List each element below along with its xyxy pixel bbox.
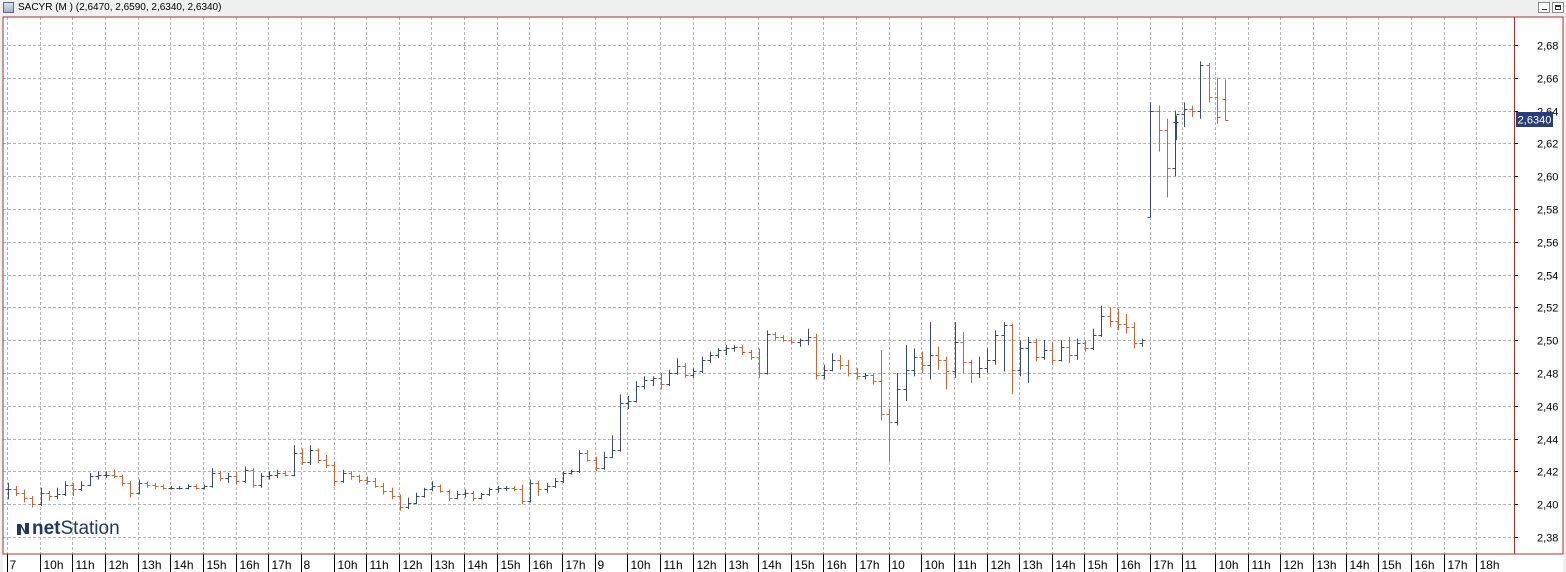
watermark-brand-light: Station bbox=[60, 518, 120, 539]
time-tick-label: 11 bbox=[1185, 558, 1198, 572]
time-tick-label: 14h bbox=[1056, 558, 1076, 572]
time-tick-label: 17h bbox=[1154, 558, 1174, 572]
time-tick-label: 8 bbox=[304, 558, 311, 572]
time-tick-label: 11h bbox=[1252, 558, 1271, 572]
time-tick-label: 16h bbox=[1121, 558, 1141, 572]
time-tick-label: 16h bbox=[827, 558, 847, 572]
price-tick-label: 2,62 bbox=[1537, 139, 1558, 151]
time-tick-label: 17h bbox=[272, 558, 292, 572]
time-tick-label: 12h bbox=[109, 558, 129, 572]
time-tick-label: 9 bbox=[598, 558, 605, 572]
time-tick-label: 15h bbox=[501, 558, 521, 572]
time-tick-label: 10h bbox=[338, 558, 358, 572]
time-tick-label: 10h bbox=[1219, 558, 1239, 572]
time-tick-label: 12h bbox=[991, 558, 1011, 572]
time-tick-label: 12h bbox=[403, 558, 423, 572]
time-tick-label: 13h bbox=[435, 558, 455, 572]
time-tick-label: 13h bbox=[1023, 558, 1043, 572]
time-tick-label: 16h bbox=[533, 558, 553, 572]
time-tick-label: 12h bbox=[1284, 558, 1304, 572]
watermark-brand-bold: net bbox=[32, 518, 61, 539]
price-tick-label: 2,40 bbox=[1537, 500, 1558, 512]
time-tick-label: 17h bbox=[860, 558, 880, 572]
time-tick-label: 13h bbox=[1317, 558, 1337, 572]
time-tick-label: 13h bbox=[729, 558, 749, 572]
netstation-watermark: netStation bbox=[15, 518, 120, 540]
time-tick-label: 15h bbox=[1088, 558, 1108, 572]
time-tick-label: 10h bbox=[925, 558, 945, 572]
price-tick-label: 2,60 bbox=[1537, 172, 1558, 184]
time-tick-label: 11h bbox=[370, 558, 389, 572]
netstation-logo-icon bbox=[17, 522, 29, 535]
price-tick-label: 2,54 bbox=[1537, 271, 1558, 283]
price-tick-label: 2,44 bbox=[1537, 435, 1558, 447]
price-chart[interactable]: 2,682,662,642,622,602,582,562,542,522,50… bbox=[0, 0, 1566, 572]
price-tick-label: 2,46 bbox=[1537, 402, 1558, 414]
time-tick-label: 16h bbox=[240, 558, 260, 572]
price-tick-label: 2,66 bbox=[1537, 74, 1558, 86]
time-tick-label: 13h bbox=[142, 558, 162, 572]
price-tick-label: 2,50 bbox=[1537, 336, 1558, 348]
time-tick-label: 10h bbox=[44, 558, 64, 572]
price-tick-label: 2,58 bbox=[1537, 205, 1558, 217]
time-tick-label: 14h bbox=[468, 558, 488, 572]
time-tick-label: 17h bbox=[566, 558, 586, 572]
time-tick-label: 15h bbox=[1382, 558, 1402, 572]
time-tick-label: 18h bbox=[1480, 558, 1500, 572]
time-tick-label: 10h bbox=[631, 558, 651, 572]
time-tick-label: 11h bbox=[76, 558, 95, 572]
time-tick-label: 10 bbox=[892, 558, 906, 572]
time-tick-label: 14h bbox=[1350, 558, 1370, 572]
price-tick-label: 2,38 bbox=[1537, 533, 1558, 545]
time-tick-label: 11h bbox=[664, 558, 683, 572]
time-tick-label: 7 bbox=[10, 558, 17, 572]
price-tick-label: 2,68 bbox=[1537, 41, 1558, 53]
price-tick-label: 2,56 bbox=[1537, 238, 1558, 250]
last-price-marker: 2,6340 bbox=[1516, 112, 1553, 127]
time-tick-label: 15h bbox=[207, 558, 227, 572]
time-tick-label: 14h bbox=[762, 558, 782, 572]
time-tick-label: 17h bbox=[1448, 558, 1468, 572]
last-price-label: 2,6340 bbox=[1518, 115, 1552, 127]
time-tick-label: 15h bbox=[795, 558, 815, 572]
time-tick-label: 14h bbox=[174, 558, 194, 572]
time-tick-label: 12h bbox=[697, 558, 717, 572]
time-tick-label: 11h bbox=[958, 558, 977, 572]
time-tick-label: 16h bbox=[1415, 558, 1435, 572]
price-tick-label: 2,48 bbox=[1537, 369, 1558, 381]
price-tick-label: 2,52 bbox=[1537, 303, 1558, 315]
price-tick-label: 2,42 bbox=[1537, 467, 1558, 479]
